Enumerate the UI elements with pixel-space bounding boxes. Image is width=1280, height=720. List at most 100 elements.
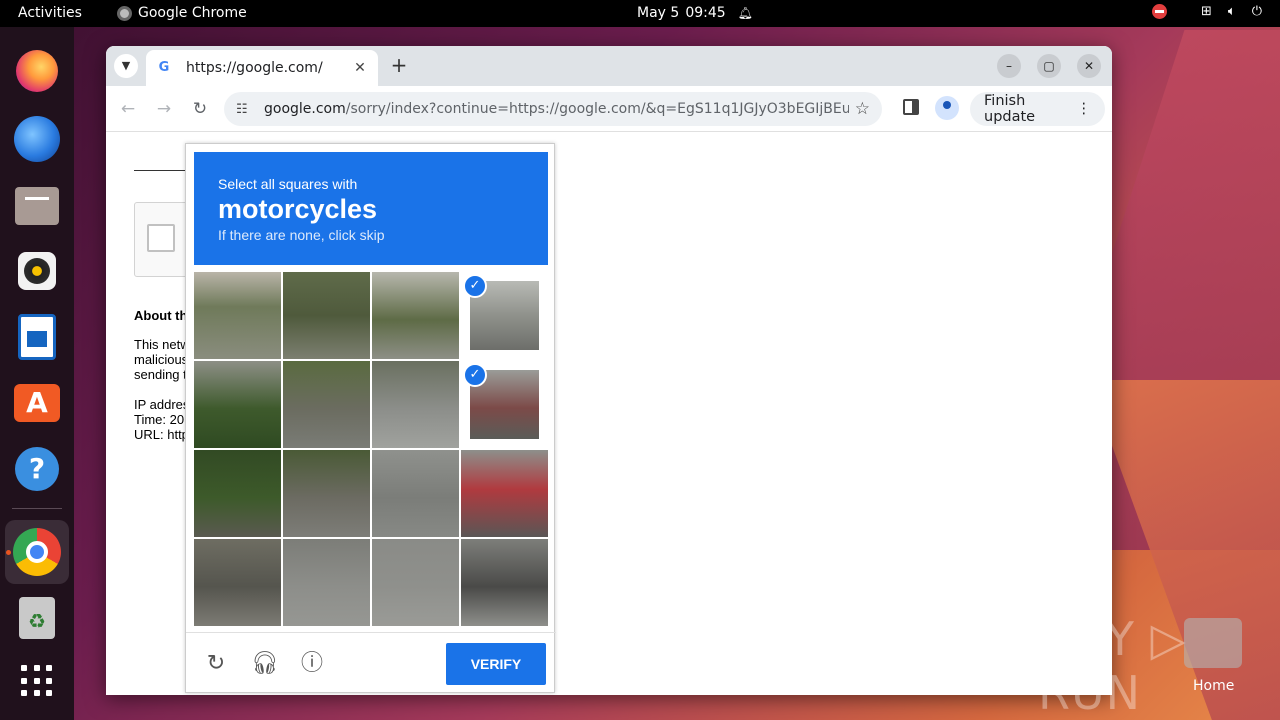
back-button[interactable]: ← — [117, 98, 139, 120]
captcha-tile[interactable] — [461, 450, 548, 537]
finish-update-button[interactable]: Finish update ⋮ — [970, 92, 1105, 126]
power-icon: ⏻ — [1251, 4, 1262, 19]
dock-rhythmbox[interactable] — [13, 247, 61, 295]
captcha-tile[interactable] — [194, 450, 281, 537]
google-favicon-icon: G — [158, 60, 170, 75]
home-folder-icon[interactable] — [1184, 618, 1242, 668]
page-content: About th This netw malicious sending t I… — [106, 133, 1112, 695]
info-icon[interactable]: ⓘ — [299, 651, 325, 677]
captcha-footer: ↻ 🎧︎ ⓘ VERIFY — [186, 632, 556, 694]
reload-challenge-icon[interactable]: ↻ — [203, 651, 229, 677]
captcha-hint: If there are none, click skip — [218, 227, 385, 243]
watermark-logo: ANY ▷ RUN — [1038, 612, 1187, 720]
activities-button[interactable]: Activities — [18, 5, 82, 21]
dock-files[interactable] — [13, 182, 61, 230]
captcha-tile[interactable] — [283, 450, 370, 537]
system-tray[interactable]: ⊞ 🔈︎ ⏻ — [1151, 4, 1262, 19]
clock-time: 09:45 — [685, 5, 726, 21]
firefox-icon — [16, 50, 58, 92]
dock-chrome[interactable] — [5, 520, 69, 584]
thunderbird-icon — [14, 116, 60, 162]
app-grid-icon — [21, 665, 53, 697]
selected-check-icon: ✓ — [463, 274, 487, 298]
captcha-tile[interactable]: ✓ — [461, 272, 548, 359]
para-line: This netw — [134, 337, 190, 352]
tile-image — [194, 450, 281, 537]
tab-google[interactable]: G https://google.com/ ✕ — [146, 50, 378, 86]
captcha-tile[interactable] — [194, 361, 281, 448]
dock-firefox[interactable] — [13, 47, 61, 95]
captcha-tile[interactable] — [283, 539, 370, 626]
captcha-tile[interactable] — [283, 272, 370, 359]
volume-icon: 🔈︎ — [1227, 4, 1236, 19]
site-info-icon[interactable]: ☷ — [236, 102, 252, 117]
captcha-target: motorcycles — [218, 194, 378, 224]
captcha-tile[interactable] — [461, 539, 548, 626]
clock[interactable]: May 5 09:45 🔔︎ — [637, 5, 753, 21]
address-bar[interactable]: ☷ google.com/sorry/index?continue=https:… — [224, 92, 882, 126]
dock-thunderbird[interactable] — [13, 115, 61, 163]
tab-search-button[interactable]: ▼ — [114, 54, 138, 78]
bell-icon: 🔔︎ — [737, 6, 753, 20]
tile-image — [194, 539, 281, 626]
profile-avatar[interactable] — [935, 96, 959, 120]
top-bar: Activities Google Chrome May 5 09:45 🔔︎ … — [0, 0, 1280, 27]
bookmark-star-icon[interactable]: ☆ — [855, 99, 870, 119]
captcha-tile[interactable] — [372, 272, 459, 359]
recaptcha-checkbox[interactable] — [147, 224, 175, 252]
side-panel-icon[interactable] — [903, 99, 919, 115]
captcha-tile[interactable] — [194, 539, 281, 626]
audio-challenge-icon[interactable]: 🎧︎ — [251, 651, 279, 677]
selected-check-icon: ✓ — [463, 363, 487, 387]
tile-image — [283, 272, 370, 359]
dock-help[interactable]: ? — [13, 445, 61, 493]
para-line: malicious — [134, 352, 189, 367]
chrome-small-icon — [117, 5, 132, 21]
dock-show-apps[interactable] — [13, 657, 61, 705]
tab-title: https://google.com/ — [186, 60, 323, 76]
forward-button[interactable]: → — [153, 98, 175, 120]
clock-date: May 5 — [637, 5, 680, 21]
tile-image — [372, 450, 459, 537]
captcha-tile[interactable]: ✓ — [461, 361, 548, 448]
tile-image — [461, 450, 548, 537]
reload-button[interactable]: ↻ — [189, 98, 211, 120]
para-line: sending t — [134, 367, 187, 382]
captcha-instruction: Select all squares with — [218, 176, 358, 192]
captcha-tile[interactable] — [283, 361, 370, 448]
ip-line: IP addres — [134, 397, 190, 412]
dock-trash[interactable]: ♻ — [13, 594, 61, 642]
url-text: google.com/sorry/index?continue=https://… — [264, 101, 849, 117]
tile-image — [372, 361, 459, 448]
about-heading: About th — [134, 308, 188, 323]
maximize-button[interactable]: ▢ — [1037, 54, 1061, 78]
app-store-icon: A — [14, 384, 60, 422]
dock-writer[interactable] — [13, 313, 61, 361]
captcha-tile[interactable] — [372, 450, 459, 537]
close-window-button[interactable]: ✕ — [1077, 54, 1101, 78]
captcha-tile[interactable] — [372, 539, 459, 626]
tile-image — [283, 361, 370, 448]
time-line: Time: 20 — [134, 412, 185, 427]
new-tab-button[interactable]: + — [389, 55, 409, 76]
dock: A ? ♻ — [0, 27, 74, 720]
browser-window: ▼ G https://google.com/ ✕ + – ▢ ✕ ← → ↻ … — [106, 46, 1112, 695]
do-not-disturb-icon — [1151, 4, 1167, 19]
url-line[interactable]: URL: http — [134, 427, 189, 442]
tile-image — [461, 539, 548, 626]
writer-icon — [18, 314, 56, 360]
tile-image — [372, 272, 459, 359]
app-menu[interactable]: Google Chrome — [117, 5, 247, 21]
dock-app-store[interactable]: A — [13, 379, 61, 427]
captcha-grid: ✓ ✓ — [194, 272, 548, 626]
minimize-button[interactable]: – — [997, 54, 1021, 78]
tile-image — [372, 539, 459, 626]
captcha-tile[interactable] — [194, 272, 281, 359]
home-label: Home — [1193, 678, 1235, 694]
url-domain: google.com — [264, 101, 346, 117]
close-tab-icon[interactable]: ✕ — [352, 60, 368, 76]
verify-button[interactable]: VERIFY — [446, 643, 546, 685]
network-icon: ⊞ — [1200, 4, 1212, 19]
url-path: /sorry/index?continue=https://google.com… — [345, 101, 849, 117]
captcha-tile[interactable] — [372, 361, 459, 448]
